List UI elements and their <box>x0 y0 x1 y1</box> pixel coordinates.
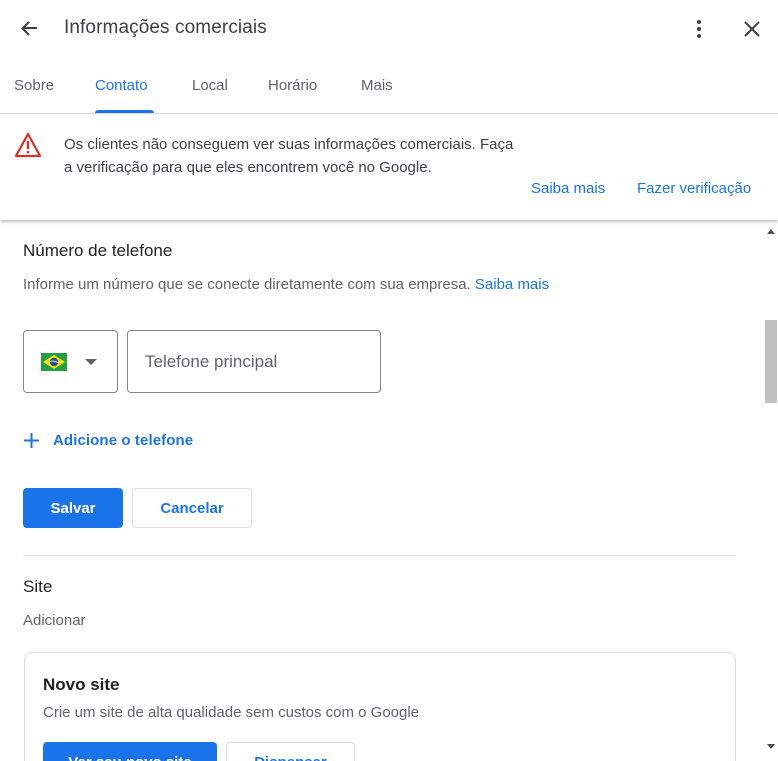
card-title: Novo site <box>43 675 120 694</box>
primary-phone-input[interactable] <box>127 330 381 393</box>
plus-icon <box>24 432 39 448</box>
scroll-down-arrow-icon[interactable] <box>767 744 775 749</box>
brazil-flag-icon <box>41 353 67 371</box>
cancel-button[interactable]: Cancelar <box>132 488 252 528</box>
verification-banner: Os clientes não conseguem ver suas infor… <box>0 115 778 220</box>
phone-description-text: Informe um número que se conecte diretam… <box>23 276 471 293</box>
country-code-select[interactable] <box>23 330 118 393</box>
tab-local[interactable]: Local <box>192 58 228 114</box>
new-site-card: Novo site Crie um site de alta qualidade… <box>24 652 736 761</box>
more-vert-icon <box>697 20 701 38</box>
view-site-button[interactable]: Ver seu novo site <box>43 742 217 761</box>
app-bar: Informações comerciais <box>0 0 778 58</box>
site-add-link[interactable]: Adicionar <box>23 612 86 629</box>
active-tab-indicator <box>95 110 154 113</box>
dismiss-button[interactable]: Dispensar <box>226 742 355 761</box>
tab-horario[interactable]: Horário <box>268 58 317 114</box>
phone-section-title: Número de telefone <box>23 241 173 260</box>
close-icon <box>744 21 760 37</box>
vertical-scrollbar[interactable] <box>764 220 778 761</box>
tab-sobre[interactable]: Sobre <box>14 58 54 114</box>
main-content: Número de telefone Informe um número que… <box>0 220 764 761</box>
more-options-button[interactable] <box>680 10 718 48</box>
verify-link[interactable]: Fazer verificação <box>637 180 751 197</box>
add-phone-button[interactable]: Adicione o telefone <box>23 429 193 451</box>
scroll-up-arrow-icon[interactable] <box>767 229 775 234</box>
page-title: Informações comerciais <box>64 17 267 38</box>
banner-learn-more-link[interactable]: Saiba mais <box>531 180 605 197</box>
phone-learn-more-link[interactable]: Saiba mais <box>475 276 549 293</box>
banner-message: Os clientes não conseguem ver suas infor… <box>64 136 514 176</box>
section-divider <box>23 555 736 556</box>
close-button[interactable] <box>733 10 771 48</box>
tab-bar: Sobre Contato Local Horário Mais <box>0 58 778 114</box>
card-description: Crie um site de alta qualidade sem custo… <box>43 704 420 721</box>
tab-contato[interactable]: Contato <box>95 58 148 114</box>
site-section-title: Site <box>23 577 53 596</box>
save-button[interactable]: Salvar <box>23 488 123 528</box>
chevron-down-icon <box>85 359 97 365</box>
arrow-back-icon <box>21 21 37 36</box>
tab-mais[interactable]: Mais <box>361 58 393 114</box>
scrollbar-thumb[interactable] <box>765 320 777 403</box>
add-phone-label: Adicione o telefone <box>53 431 194 449</box>
phone-description: Informe um número que se conecte diretam… <box>23 276 549 293</box>
back-button[interactable] <box>10 10 48 48</box>
warning-icon <box>14 132 42 158</box>
